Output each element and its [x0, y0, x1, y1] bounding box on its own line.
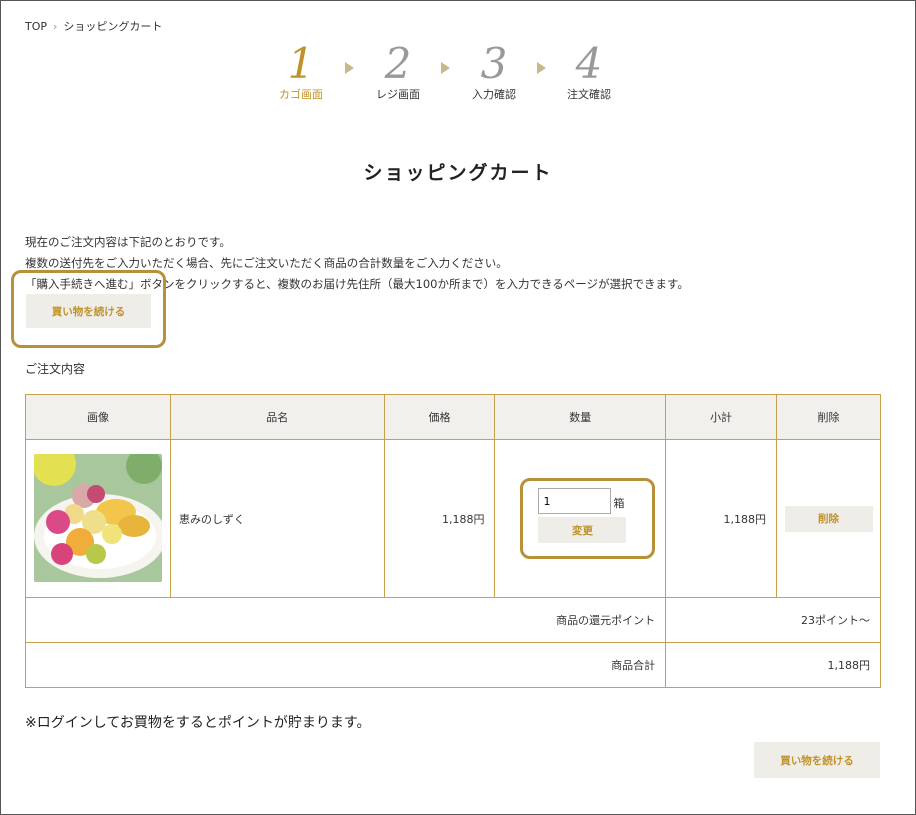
header-price: 価格	[383, 394, 496, 440]
delete-button[interactable]: 削除	[784, 505, 873, 532]
product-name: 恵みのしずく	[169, 439, 385, 598]
continue-shopping-button-bottom[interactable]: 買い物を続ける	[754, 742, 880, 778]
product-image[interactable]	[34, 454, 162, 582]
table-header-row: 画像 品名 価格 数量 小計 削除	[25, 394, 881, 440]
cart-table: 画像 品名 価格 数量 小計 削除 恵みのしずく 1,188円 1 箱 変更 1…	[24, 394, 881, 688]
step-label: 入力確認	[472, 88, 516, 101]
step-label: カゴ画面	[279, 88, 323, 101]
header-delete: 削除	[776, 394, 881, 440]
breadcrumb: TOP › ショッピングカート	[25, 18, 162, 34]
points-row: 商品の還元ポイント 23ポイント〜	[24, 597, 881, 643]
total-value: 1,188円	[665, 642, 881, 688]
intro-line: 現在のご注文内容は下記のとおりです。	[25, 235, 231, 249]
header-image: 画像	[25, 394, 171, 440]
breadcrumb-current: ショッピングカート	[63, 20, 163, 33]
breadcrumb-separator: ›	[53, 19, 58, 33]
header-subtotal: 小計	[665, 394, 777, 440]
delete-cell: 削除	[776, 439, 881, 598]
total-row: 商品合計 1,188円	[24, 642, 881, 688]
header-name: 品名	[169, 394, 385, 440]
step-cart: 1 カゴ画面	[256, 40, 346, 102]
order-section-label: ご注文内容	[25, 362, 86, 376]
highlight-annotation	[11, 270, 166, 348]
points-label: 商品の還元ポイント	[24, 597, 667, 643]
step-register: 2 レジ画面	[353, 40, 443, 102]
highlight-annotation	[520, 478, 655, 559]
step-order-confirm: 4 注文確認	[544, 40, 634, 102]
table-row: 恵みのしずく 1,188円 箱 変更 1,188円 削除	[25, 439, 881, 598]
step-number: 4	[575, 39, 603, 88]
product-subtotal: 1,188円	[665, 439, 777, 598]
product-image-cell	[25, 439, 171, 598]
step-label: 注文確認	[567, 88, 611, 101]
step-input-confirm: 3 入力確認	[449, 40, 539, 102]
header-quantity: 数量	[494, 394, 667, 440]
login-points-notice: ※ログインしてお買物をするとポイントが貯まります。	[25, 715, 371, 731]
step-number: 1	[287, 39, 315, 88]
points-value: 23ポイント〜	[665, 597, 881, 643]
step-number: 3	[480, 39, 508, 88]
page-title: ショッピングカート	[363, 162, 553, 184]
step-number: 2	[384, 39, 412, 88]
product-price: 1,188円	[383, 439, 496, 598]
total-label: 商品合計	[24, 642, 667, 688]
step-label: レジ画面	[376, 88, 420, 101]
breadcrumb-home-link[interactable]: TOP	[25, 20, 47, 33]
